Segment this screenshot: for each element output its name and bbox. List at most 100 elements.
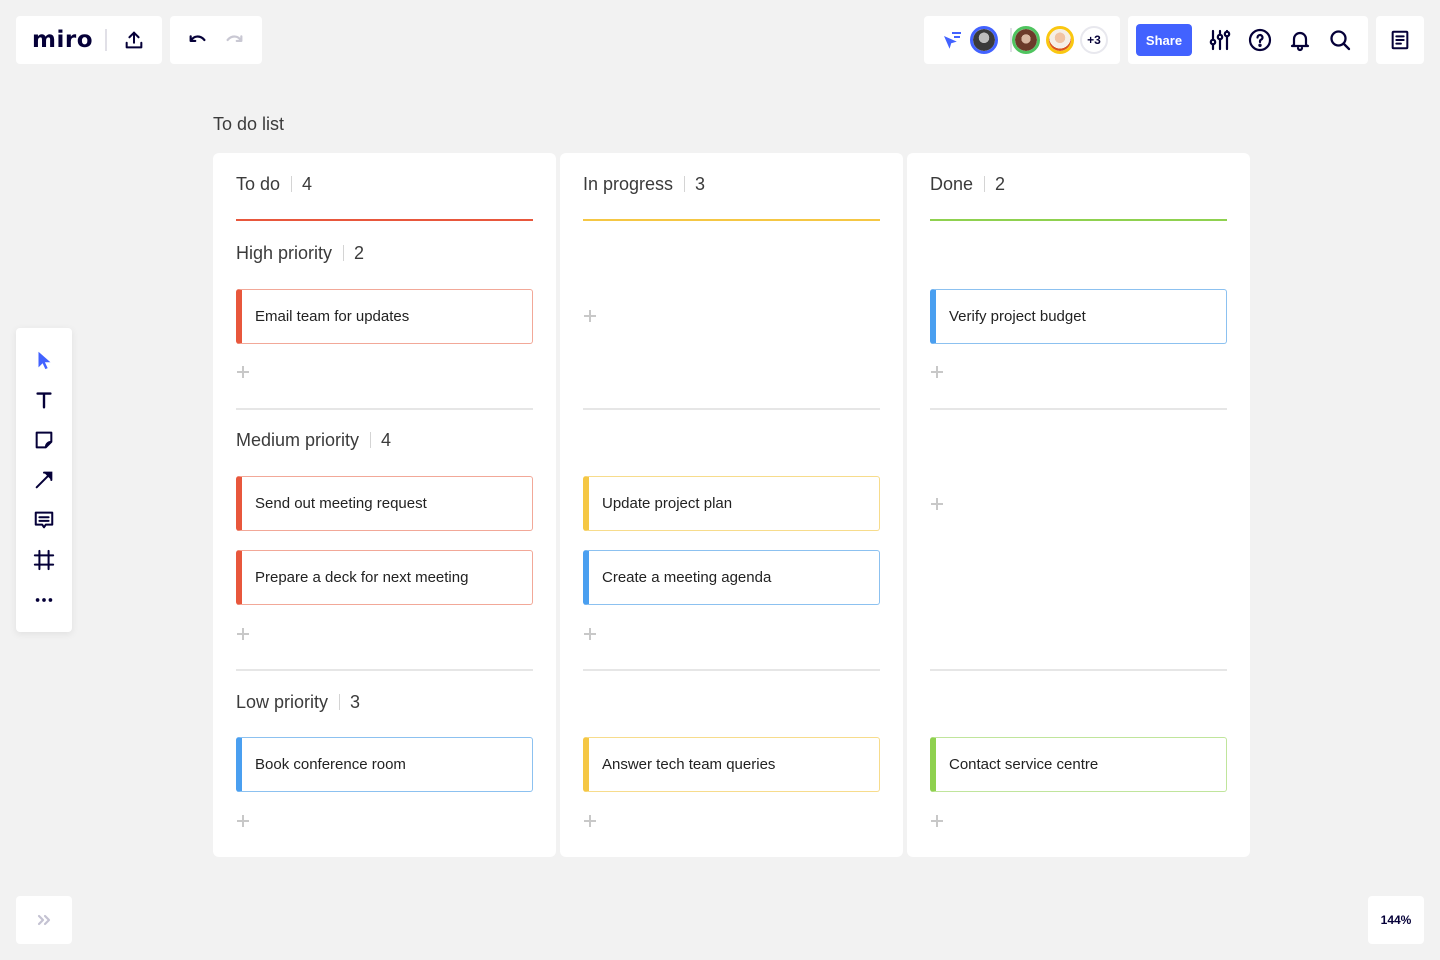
avatar-image	[1049, 29, 1071, 51]
row-divider	[236, 408, 533, 410]
upload-icon	[123, 29, 145, 51]
card[interactable]: Answer tech team queries	[583, 737, 880, 792]
avatar-image	[973, 29, 995, 51]
redo-icon	[223, 29, 245, 51]
row-count: 4	[381, 429, 392, 450]
board-title: To do list	[213, 114, 285, 134]
undo-button[interactable]	[178, 20, 218, 60]
text-icon	[33, 389, 55, 411]
tool-more[interactable]	[24, 580, 64, 620]
add-card-button[interactable]	[583, 814, 597, 828]
row-divider	[930, 669, 1227, 671]
redo-button[interactable]	[214, 20, 254, 60]
column-color-line	[236, 219, 533, 221]
zoom-level[interactable]: 144%	[1368, 896, 1424, 944]
notes-icon	[1389, 29, 1411, 51]
avatar[interactable]	[1012, 26, 1040, 54]
collaborators-panel: +3	[924, 16, 1120, 64]
card[interactable]: Email team for updates	[236, 289, 533, 344]
notes-button[interactable]	[1380, 20, 1420, 60]
board-menu-panel: miro	[16, 16, 162, 64]
bell-icon	[1288, 28, 1312, 52]
divider	[105, 29, 107, 51]
tool-comment[interactable]	[24, 500, 64, 540]
history-panel	[170, 16, 262, 64]
more-horizontal-icon	[33, 589, 55, 611]
add-card-button[interactable]	[236, 814, 250, 828]
help-button[interactable]	[1240, 20, 1280, 60]
row-label: High priority	[236, 242, 333, 263]
frame-icon	[33, 549, 55, 571]
column-todo: To do 4 High priority 2 Email team for upd…	[213, 153, 556, 857]
row-label: Low priority	[236, 691, 329, 712]
tool-text[interactable]	[24, 380, 64, 420]
column-color-line	[930, 219, 1227, 221]
creation-toolbar	[16, 328, 72, 632]
search-button[interactable]	[1320, 20, 1360, 60]
help-icon	[1248, 28, 1272, 52]
add-card-button[interactable]	[930, 365, 944, 379]
cursor-icon	[33, 349, 55, 371]
notifications-button[interactable]	[1280, 20, 1320, 60]
tool-frame[interactable]	[24, 540, 64, 580]
row-divider	[930, 408, 1227, 410]
export-button[interactable]	[114, 20, 154, 60]
add-card-button[interactable]	[930, 497, 944, 511]
follow-cursor-button[interactable]	[932, 20, 972, 60]
row-title-medium: Medium priority 4	[236, 429, 391, 451]
avatar-image	[1015, 29, 1037, 51]
column-title: Done	[930, 173, 974, 194]
column-color-line	[583, 219, 880, 221]
column-header: Done 2	[930, 173, 1005, 195]
add-card-button[interactable]	[930, 814, 944, 828]
arrow-line-icon	[33, 469, 55, 491]
settings-button[interactable]	[1200, 20, 1240, 60]
expand-panel-button[interactable]	[16, 896, 72, 944]
board-tools-panel: Share	[1128, 16, 1368, 64]
search-icon	[1328, 28, 1352, 52]
undo-icon	[187, 29, 209, 51]
row-count: 2	[354, 242, 365, 263]
card[interactable]: Prepare a deck for next meeting	[236, 550, 533, 605]
card[interactable]: Create a meeting agenda	[583, 550, 880, 605]
row-divider	[583, 408, 880, 410]
row-label: Medium priority	[236, 429, 360, 450]
chevrons-right-icon	[37, 913, 51, 927]
column-count: 2	[995, 173, 1006, 194]
card[interactable]: Contact service centre	[930, 737, 1227, 792]
comment-icon	[33, 509, 55, 531]
add-card-button[interactable]	[236, 627, 250, 641]
card[interactable]: Update project plan	[583, 476, 880, 531]
column-header: In progress 3	[583, 173, 705, 195]
cursor-follow-icon	[940, 28, 964, 52]
avatar[interactable]	[970, 26, 998, 54]
tool-sticky-note[interactable]	[24, 420, 64, 460]
add-card-button[interactable]	[236, 365, 250, 379]
row-divider	[236, 669, 533, 671]
column-done: Done 2 Verify project budget Contact serv…	[907, 153, 1250, 857]
add-card-button[interactable]	[583, 627, 597, 641]
miro-logo[interactable]: miro	[32, 24, 93, 56]
row-title-high: High priority 2	[236, 242, 364, 264]
card[interactable]: Send out meeting request	[236, 476, 533, 531]
notes-panel	[1376, 16, 1424, 64]
more-users-badge[interactable]: +3	[1080, 26, 1108, 54]
row-count: 3	[350, 691, 361, 712]
row-divider	[583, 669, 880, 671]
column-count: 3	[695, 173, 706, 194]
add-card-button[interactable]	[583, 309, 597, 323]
tool-select[interactable]	[24, 340, 64, 380]
card[interactable]: Book conference room	[236, 737, 533, 792]
column-in-progress: In progress 3 Update project plan Create …	[560, 153, 903, 857]
column-title: To do	[236, 173, 281, 194]
column-header: To do 4	[236, 173, 312, 195]
tool-line[interactable]	[24, 460, 64, 500]
card[interactable]: Verify project budget	[930, 289, 1227, 344]
settings-sliders-icon	[1208, 28, 1232, 52]
sticky-note-icon	[33, 429, 55, 451]
column-title: In progress	[583, 173, 674, 194]
share-button[interactable]: Share	[1136, 24, 1192, 56]
column-count: 4	[302, 173, 313, 194]
row-title-low: Low priority 3	[236, 691, 360, 713]
avatar[interactable]	[1046, 26, 1074, 54]
